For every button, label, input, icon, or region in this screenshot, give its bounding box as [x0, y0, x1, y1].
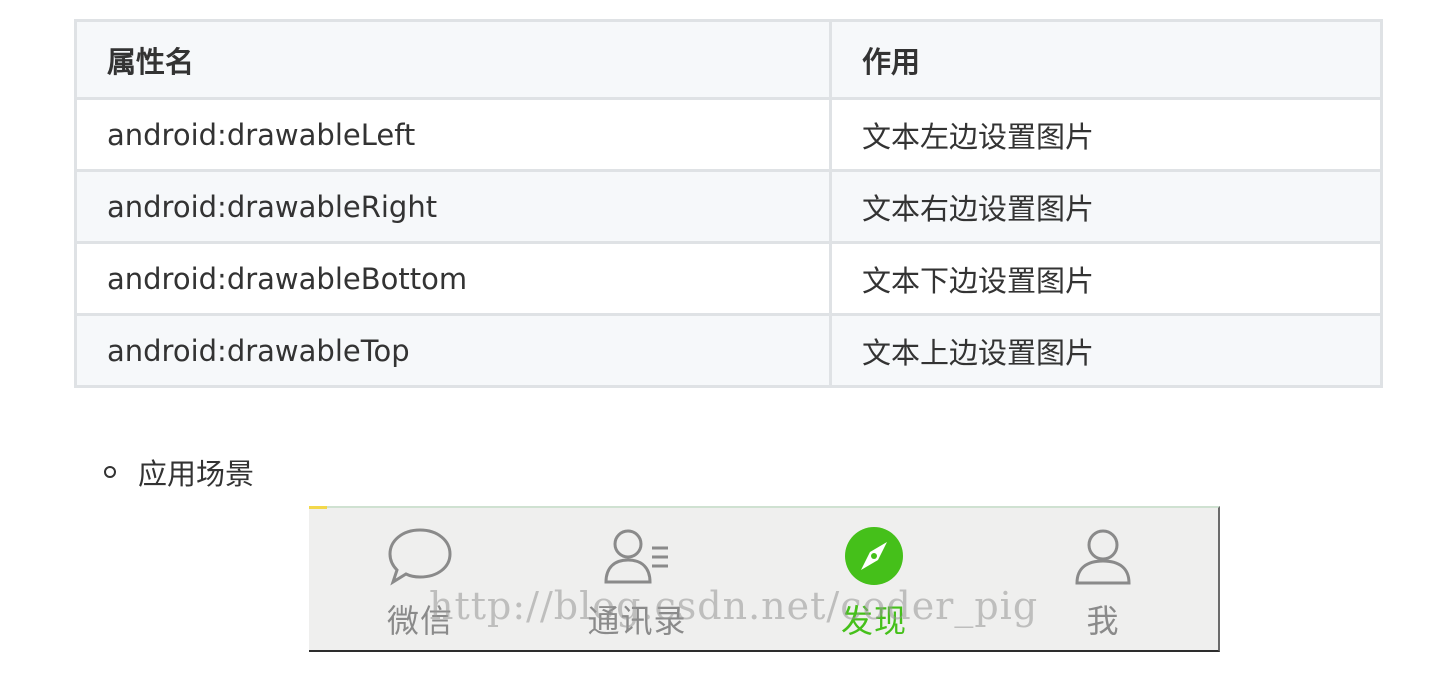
- table-header-effect: 作用: [829, 19, 1383, 100]
- tabbar-screenshot: 微信 通讯录 发现 我 http://blog.csdn.net/coder_p…: [309, 506, 1220, 652]
- tab-label: 微信: [386, 602, 453, 640]
- table-cell-name: android:drawableTop: [74, 313, 832, 388]
- table-row: android:drawableTop 文本上边设置图片: [74, 313, 1383, 388]
- table-cell-effect: 文本下边设置图片: [829, 241, 1383, 316]
- person-icon: [1075, 529, 1131, 585]
- table-cell-name: android:drawableBottom: [74, 241, 832, 316]
- table-cell-effect: 文本左边设置图片: [829, 97, 1383, 172]
- table-row: android:drawableBottom 文本下边设置图片: [74, 241, 1383, 316]
- table-header-name: 属性名: [74, 19, 832, 100]
- table-header-row: 属性名 作用: [74, 19, 1383, 100]
- tab-contacts[interactable]: 通讯录: [577, 526, 697, 644]
- table-cell-effect: 文本右边设置图片: [829, 169, 1383, 244]
- tab-label: 我: [1086, 602, 1120, 640]
- tab-wechat[interactable]: 微信: [360, 526, 480, 644]
- tab-label: 通讯录: [587, 602, 687, 640]
- table-row: android:drawableRight 文本右边设置图片: [74, 169, 1383, 244]
- watermark-text: http://blog.csdn.net/coder_pig: [429, 584, 1039, 628]
- list-item: 应用场景: [104, 448, 254, 496]
- table-cell-name: android:drawableLeft: [74, 97, 832, 172]
- tab-me[interactable]: 我: [1043, 526, 1163, 644]
- compass-icon: [845, 527, 903, 585]
- chat-bubble-icon: [388, 528, 452, 586]
- contacts-icon: [604, 529, 668, 584]
- table-cell-name: android:drawableRight: [74, 169, 832, 244]
- list-item-text: 应用场景: [138, 457, 255, 491]
- tab-discover[interactable]: 发现: [814, 526, 934, 644]
- bullet-circle-icon: [104, 466, 116, 478]
- table-cell-effect: 文本上边设置图片: [829, 313, 1383, 388]
- yellow-corner-mark: [309, 506, 327, 509]
- tab-label: 发现: [840, 602, 907, 640]
- attributes-table: 属性名 作用 android:drawableLeft 文本左边设置图片 and…: [74, 19, 1383, 388]
- table-row: android:drawableLeft 文本左边设置图片: [74, 97, 1383, 172]
